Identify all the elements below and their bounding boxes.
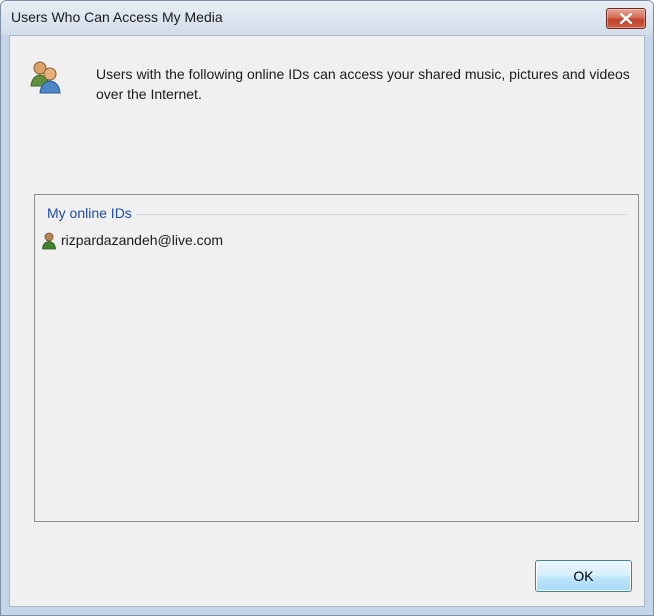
group-header: My online IDs	[47, 205, 626, 223]
users-icon	[30, 61, 61, 94]
ok-button[interactable]: OK	[535, 560, 632, 592]
dialog-content: Users with the following online IDs can …	[9, 35, 645, 607]
description-text: Users with the following online IDs can …	[96, 66, 630, 102]
dialog-window: Users Who Can Access My Media Users with…	[0, 0, 654, 616]
title-bar[interactable]: Users Who Can Access My Media	[1, 1, 653, 35]
close-icon	[620, 13, 632, 24]
user-icon	[42, 232, 56, 250]
close-button[interactable]	[606, 8, 646, 29]
online-ids-list[interactable]: My online IDs rizpardazandeh@live.com	[34, 194, 639, 522]
online-id-label: rizpardazandeh@live.com	[61, 232, 224, 248]
window-title: Users Who Can Access My Media	[11, 9, 223, 25]
group-title: My online IDs	[47, 205, 136, 221]
